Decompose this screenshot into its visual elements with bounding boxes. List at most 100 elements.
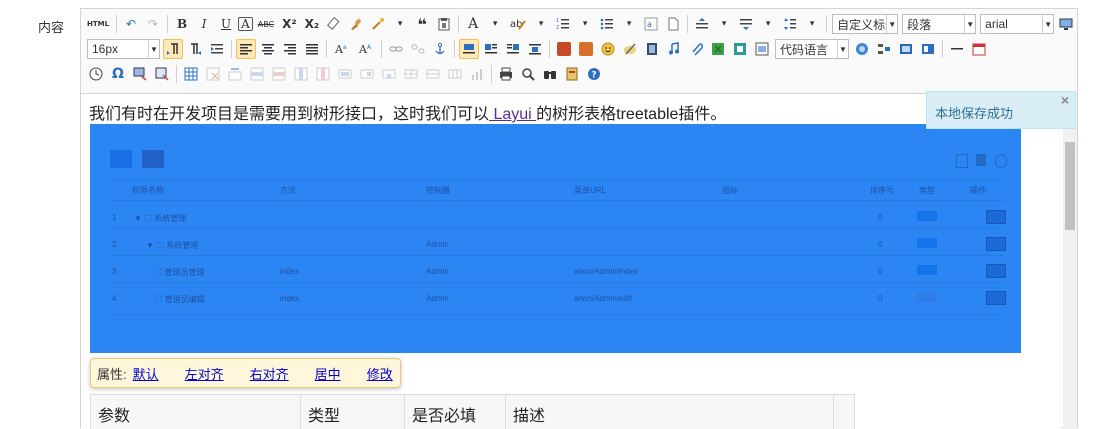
- delete-row-icon[interactable]: [269, 64, 289, 84]
- popup-edit-link[interactable]: 修改: [367, 364, 393, 383]
- strikethrough-button[interactable]: ABC: [255, 14, 277, 34]
- font-border-button[interactable]: A: [238, 17, 253, 31]
- merge-down-icon[interactable]: [379, 64, 399, 84]
- insert-row-icon[interactable]: [247, 64, 267, 84]
- popup-align-left-link[interactable]: 左对齐: [185, 364, 224, 383]
- merge-cells-icon[interactable]: [335, 64, 355, 84]
- indent-icon[interactable]: [207, 39, 227, 59]
- fullscreen-icon[interactable]: [1056, 14, 1076, 34]
- image-left-icon[interactable]: [481, 39, 501, 59]
- align-center-icon[interactable]: [258, 39, 278, 59]
- editor-content-area[interactable]: 我们有时在开发项目是需要用到树形接口，这时我们可以 Layui 的树形表格tre…: [81, 94, 1061, 429]
- split-to-rows-icon[interactable]: [423, 64, 443, 84]
- insert-table-icon[interactable]: [181, 64, 201, 84]
- selected-screenshot-image[interactable]: 权限名称 方法 控制器 菜单URL 图标 排序号 类型 操作 1 ▼ 🗀 系统管…: [90, 124, 1021, 353]
- attachment-icon[interactable]: [686, 39, 706, 59]
- redo-icon[interactable]: ↷: [143, 14, 163, 34]
- rtl-direction-icon[interactable]: [185, 39, 205, 59]
- map-icon[interactable]: [708, 39, 728, 59]
- row-spacing-top-icon[interactable]: [692, 14, 712, 34]
- popup-default-link[interactable]: 默认: [133, 364, 159, 383]
- image-right-icon[interactable]: [503, 39, 523, 59]
- underline-button[interactable]: U: [216, 14, 236, 34]
- layui-link[interactable]: Layui: [489, 106, 536, 123]
- ltr-direction-icon[interactable]: [163, 39, 183, 59]
- snapscreen-icon[interactable]: [130, 64, 150, 84]
- italic-button[interactable]: I: [194, 14, 214, 34]
- background-icon[interactable]: [896, 39, 916, 59]
- align-justify-icon[interactable]: [302, 39, 322, 59]
- insert-video-icon[interactable]: [642, 39, 662, 59]
- close-icon[interactable]: ×: [1061, 92, 1069, 108]
- autotypeset-dropdown-icon[interactable]: ▾: [390, 14, 410, 34]
- time-icon[interactable]: [86, 64, 106, 84]
- delete-column-icon[interactable]: [313, 64, 333, 84]
- word-image-icon[interactable]: [918, 39, 938, 59]
- unordered-list-icon[interactable]: [597, 14, 617, 34]
- highlight-dropdown-icon[interactable]: ▾: [531, 14, 551, 34]
- to-lowercase-icon[interactable]: AA: [355, 39, 377, 59]
- calendar-icon[interactable]: [969, 39, 989, 59]
- simple-upload-icon[interactable]: [554, 39, 574, 59]
- insert-frame-icon[interactable]: [752, 39, 772, 59]
- preview-icon[interactable]: [518, 64, 538, 84]
- font-size-select[interactable]: 16px ▼: [87, 39, 160, 59]
- subscript-button[interactable]: X₂: [302, 14, 323, 34]
- google-map-icon[interactable]: [730, 39, 750, 59]
- emotion-icon[interactable]: [598, 39, 618, 59]
- music-icon[interactable]: [664, 39, 684, 59]
- merge-right-icon[interactable]: [357, 64, 377, 84]
- split-to-cells-icon[interactable]: [401, 64, 421, 84]
- drafts-icon[interactable]: [562, 64, 582, 84]
- bold-button[interactable]: B: [172, 14, 192, 34]
- clear-doc-icon[interactable]: [663, 14, 683, 34]
- popup-center-link[interactable]: 居中: [315, 364, 341, 383]
- print-icon[interactable]: [496, 64, 516, 84]
- font-color-dropdown-icon[interactable]: ▾: [485, 14, 505, 34]
- link-icon[interactable]: [386, 39, 406, 59]
- page-break-icon[interactable]: [852, 39, 872, 59]
- highlight-icon[interactable]: ab: [507, 14, 529, 34]
- custom-title-select[interactable]: 自定义标题 ▼: [832, 14, 899, 34]
- superscript-button[interactable]: X²: [279, 14, 300, 34]
- split-to-cols-icon[interactable]: [445, 64, 465, 84]
- help-icon[interactable]: ?: [584, 64, 604, 84]
- html-source-button[interactable]: HTML: [84, 14, 112, 34]
- special-chars-icon[interactable]: Ω: [108, 64, 128, 84]
- ordered-list-dropdown-icon[interactable]: ▾: [575, 14, 595, 34]
- scrawl-icon[interactable]: [620, 39, 640, 59]
- insert-paragraph-before-table-icon[interactable]: [225, 64, 245, 84]
- unordered-list-dropdown-icon[interactable]: ▾: [619, 14, 639, 34]
- font-color-button[interactable]: A: [463, 14, 483, 34]
- wordimage-icon[interactable]: [152, 64, 172, 84]
- to-uppercase-icon[interactable]: Aa: [331, 39, 353, 59]
- insert-image-icon[interactable]: [576, 39, 596, 59]
- line-height-icon[interactable]: [780, 14, 800, 34]
- insert-column-icon[interactable]: [291, 64, 311, 84]
- align-right-icon[interactable]: [280, 39, 300, 59]
- select-all-icon[interactable]: a: [641, 14, 661, 34]
- align-left-icon[interactable]: [236, 39, 256, 59]
- row-spacing-bottom-icon[interactable]: [736, 14, 756, 34]
- anchor-icon[interactable]: [430, 39, 450, 59]
- auto-format-icon[interactable]: [368, 14, 388, 34]
- row-spacing-top-dropdown-icon[interactable]: ▾: [714, 14, 734, 34]
- unlink-icon[interactable]: [408, 39, 428, 59]
- ordered-list-icon[interactable]: 12: [553, 14, 573, 34]
- scrollbar-thumb[interactable]: [1065, 142, 1075, 230]
- paste-plain-icon[interactable]: [434, 14, 454, 34]
- horizontal-rule-icon[interactable]: [947, 39, 967, 59]
- popup-align-right-link[interactable]: 右对齐: [250, 364, 289, 383]
- eraser-icon[interactable]: [324, 14, 344, 34]
- format-brush-icon[interactable]: [346, 14, 366, 34]
- search-replace-icon[interactable]: [540, 64, 560, 84]
- template-icon[interactable]: [874, 39, 894, 59]
- delete-table-icon[interactable]: [203, 64, 223, 84]
- line-height-dropdown-icon[interactable]: ▾: [802, 14, 822, 34]
- chart-icon[interactable]: [467, 64, 487, 84]
- undo-icon[interactable]: ↶: [121, 14, 141, 34]
- row-spacing-bottom-dropdown-icon[interactable]: ▾: [758, 14, 778, 34]
- image-center-icon[interactable]: [525, 39, 545, 59]
- code-language-select[interactable]: 代码语言 ▼: [775, 39, 849, 59]
- blockquote-button[interactable]: ❝: [412, 14, 432, 34]
